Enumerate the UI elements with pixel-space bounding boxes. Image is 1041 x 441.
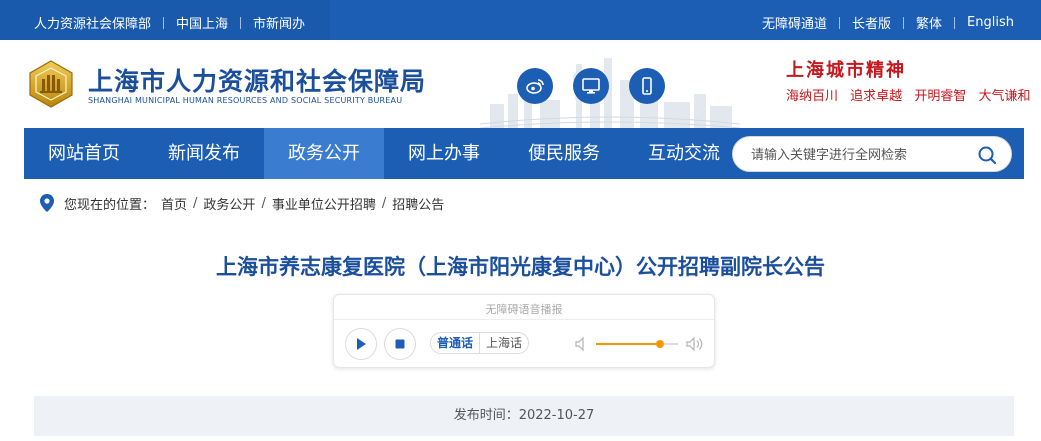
breadcrumb-prefix: 您现在的位置： bbox=[64, 197, 156, 213]
link-news-office[interactable]: 市新闻办 bbox=[253, 13, 305, 32]
link-accessibility[interactable]: 无障碍通道 bbox=[762, 13, 827, 32]
link-english[interactable]: English bbox=[967, 15, 1014, 30]
site-title-en: SHANGHAI MUNICIPAL HUMAN RESOURCES AND S… bbox=[88, 96, 403, 105]
volume-low-icon[interactable] bbox=[575, 336, 584, 352]
divider bbox=[163, 16, 165, 29]
divider bbox=[839, 16, 841, 29]
nav-item-online-services[interactable]: 网上办事 bbox=[384, 128, 504, 179]
play-icon bbox=[357, 338, 366, 350]
divider bbox=[903, 16, 905, 29]
mobile-icon bbox=[642, 77, 652, 95]
article-title: 上海市养志康复医院（上海市阳光康复中心）公开招聘副院长公告 bbox=[216, 255, 825, 279]
city-spirit-items: 海纳百川 追求卓越 开明睿智 大气谦和 bbox=[786, 85, 1038, 104]
stop-icon bbox=[395, 339, 405, 349]
breadcrumb-recruitment[interactable]: 事业单位公开招聘 bbox=[272, 194, 376, 213]
nav-item-public-services[interactable]: 便民服务 bbox=[504, 128, 624, 179]
bureau-emblem-icon[interactable] bbox=[26, 59, 76, 109]
top-links-left: 人力资源社会保障部 中国上海 市新闻办 bbox=[34, 13, 305, 32]
volume-slider-knob bbox=[655, 340, 664, 348]
volume-high-icon[interactable] bbox=[686, 336, 703, 352]
city-spirit-item: 海纳百川 bbox=[786, 89, 839, 104]
breadcrumb-separator: / bbox=[193, 195, 198, 211]
mobile-button[interactable] bbox=[629, 68, 665, 104]
search-icon[interactable] bbox=[977, 145, 997, 165]
divider bbox=[954, 16, 956, 29]
link-traditional-chinese[interactable]: 繁体 bbox=[916, 13, 942, 32]
breadcrumb-government-affairs[interactable]: 政务公开 bbox=[203, 194, 255, 213]
divider bbox=[240, 16, 242, 29]
breadcrumb-announcement[interactable]: 招聘公告 bbox=[392, 194, 444, 213]
site-header: 上海市人力资源和社会保障局 SHANGHAI MUNICIPAL HUMAN R… bbox=[0, 40, 1041, 128]
city-spirit-item: 大气谦和 bbox=[978, 89, 1031, 104]
link-mohrss[interactable]: 人力资源社会保障部 bbox=[34, 13, 151, 32]
breadcrumb: 您现在的位置： 首页 / 政务公开 / 事业单位公开招聘 / 招聘公告 bbox=[40, 194, 444, 213]
dialect-switch: 普通话 上海话 bbox=[430, 332, 530, 354]
play-button[interactable] bbox=[345, 328, 377, 360]
link-china-shanghai[interactable]: 中国上海 bbox=[176, 13, 228, 32]
publish-time: 发布时间：2022-10-27 bbox=[34, 396, 1014, 436]
volume-control[interactable] bbox=[574, 335, 706, 353]
nav-item-news[interactable]: 新闻发布 bbox=[144, 128, 264, 179]
breadcrumb-separator: / bbox=[261, 195, 266, 211]
nav-item-government-affairs[interactable]: 政务公开 bbox=[264, 128, 384, 179]
city-spirit-title: 上海城市精神 bbox=[786, 60, 906, 81]
city-spirit-item: 开明睿智 bbox=[914, 89, 967, 104]
weibo-icon bbox=[526, 79, 544, 94]
site-search bbox=[732, 136, 1012, 172]
breadcrumb-separator: / bbox=[381, 195, 387, 211]
desktop-button[interactable] bbox=[573, 68, 609, 104]
weibo-button[interactable] bbox=[517, 68, 553, 104]
nav-item-home[interactable]: 网站首页 bbox=[24, 128, 144, 179]
dialect-shanghainese[interactable]: 上海话 bbox=[479, 333, 528, 353]
nav-item-interaction[interactable]: 互动交流 bbox=[624, 128, 744, 179]
top-bar: 人力资源社会保障部 中国上海 市新闻办 无障碍通道 长者版 繁体 English bbox=[0, 0, 1041, 40]
dialect-mandarin[interactable]: 普通话 bbox=[431, 333, 479, 353]
link-elder-version[interactable]: 长者版 bbox=[852, 13, 891, 32]
search-input[interactable] bbox=[751, 145, 961, 165]
site-title[interactable]: 上海市人力资源和社会保障局 bbox=[88, 62, 426, 98]
top-links-right: 无障碍通道 长者版 繁体 English bbox=[762, 13, 1014, 32]
desktop-icon bbox=[582, 78, 600, 94]
divider bbox=[334, 319, 714, 320]
breadcrumb-home[interactable]: 首页 bbox=[161, 194, 187, 213]
stop-button[interactable] bbox=[384, 328, 416, 360]
city-spirit-item: 追求卓越 bbox=[850, 89, 903, 104]
location-pin-icon bbox=[40, 194, 54, 212]
audio-player-title: 无障碍语音播报 bbox=[485, 303, 563, 316]
